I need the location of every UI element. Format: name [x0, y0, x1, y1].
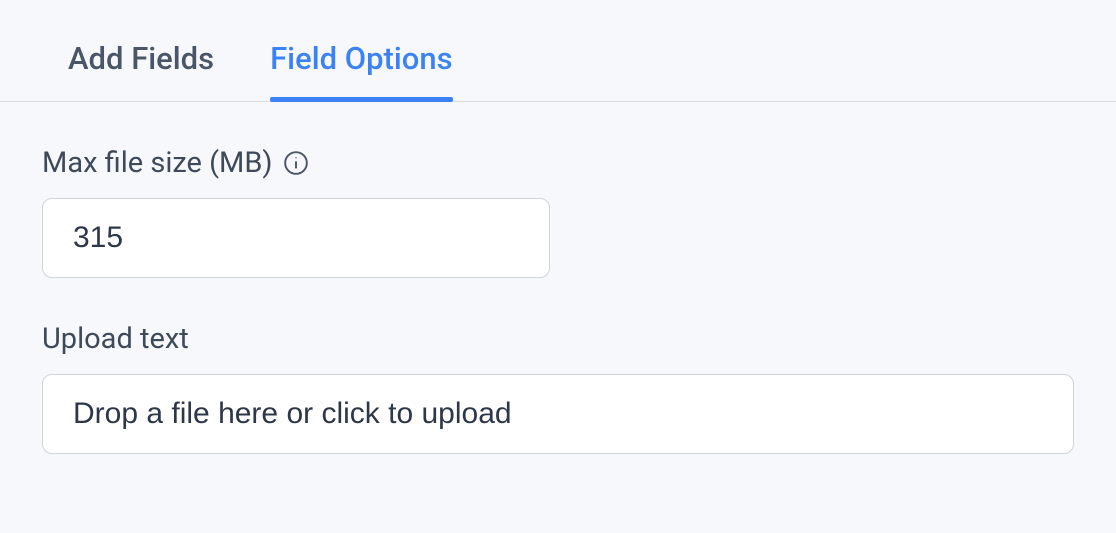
- tab-field-options[interactable]: Field Options: [270, 40, 452, 101]
- field-group-max-file-size: Max file size (MB): [42, 146, 1074, 278]
- upload-text-input[interactable]: [42, 374, 1074, 454]
- tab-bar: Add Fields Field Options: [0, 0, 1116, 102]
- tab-label: Field Options: [270, 40, 452, 77]
- upload-text-label: Upload text: [42, 322, 189, 356]
- label-row: Upload text: [42, 322, 1074, 356]
- info-icon[interactable]: [283, 150, 309, 176]
- label-row: Max file size (MB): [42, 146, 1074, 180]
- tab-add-fields[interactable]: Add Fields: [68, 40, 214, 101]
- field-options-panel: Max file size (MB) Upload text: [0, 102, 1116, 454]
- tab-label: Add Fields: [68, 40, 214, 77]
- field-group-upload-text: Upload text: [42, 322, 1074, 454]
- max-file-size-input[interactable]: [42, 198, 550, 278]
- max-file-size-label: Max file size (MB): [42, 146, 273, 180]
